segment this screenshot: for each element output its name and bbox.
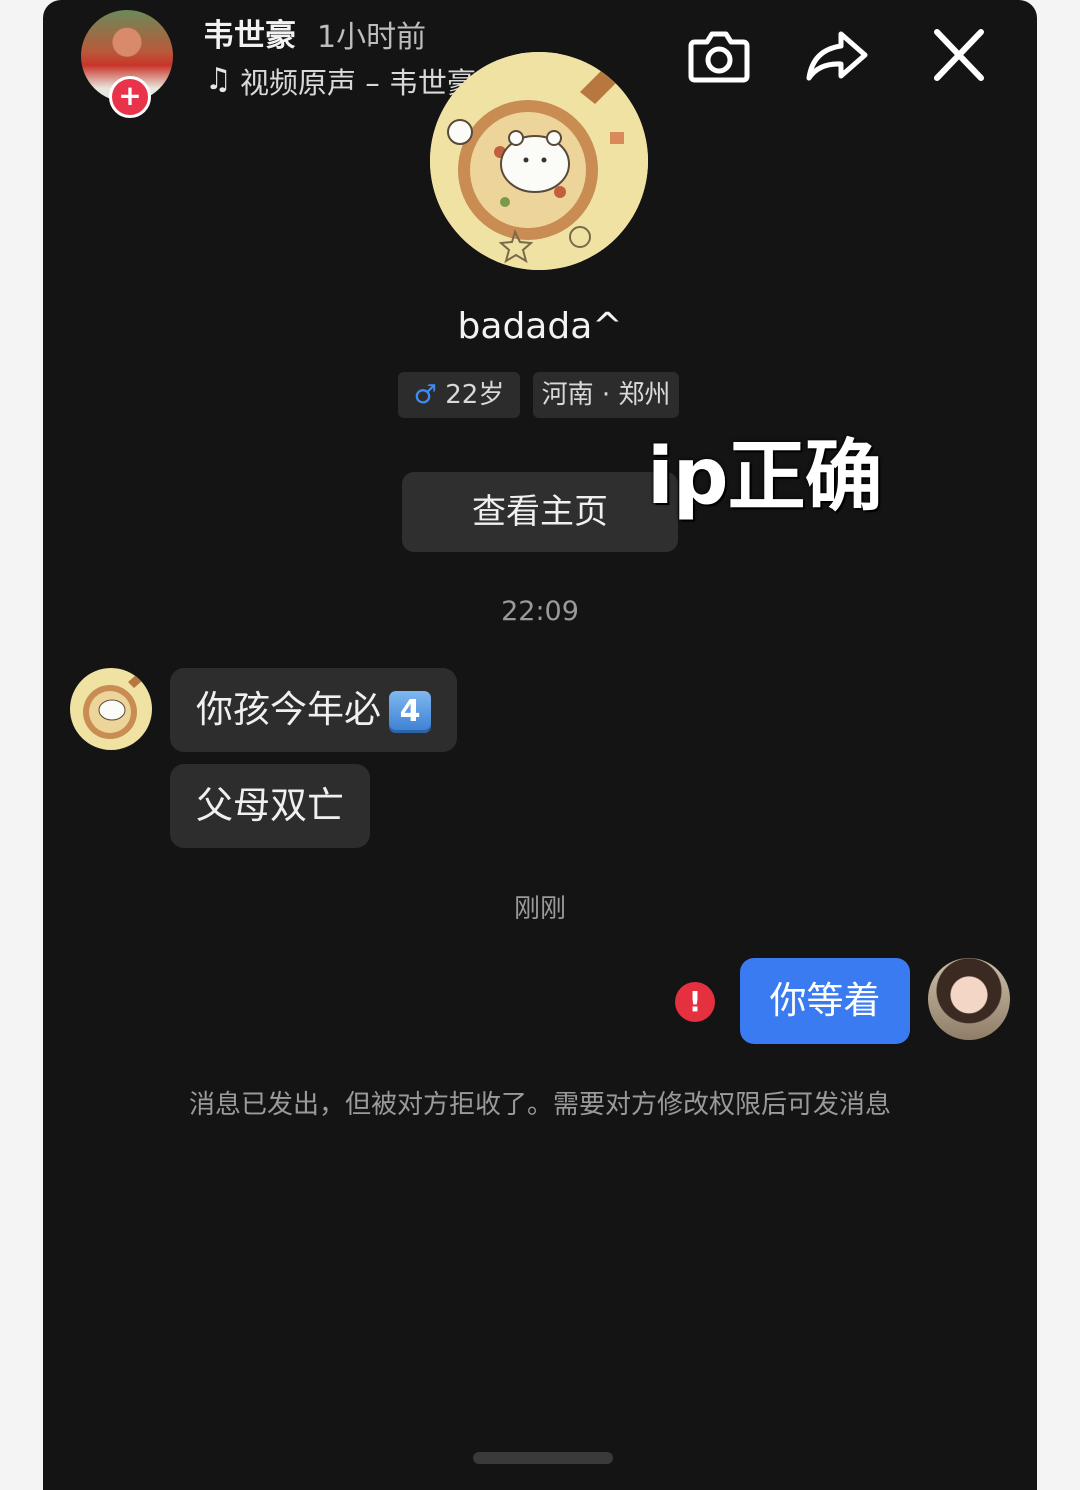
location-label: 河南 · 郑州 [541,380,671,410]
sent-message-bubble[interactable]: 你等着 [740,958,910,1044]
message-timestamp: 22:09 [501,596,579,627]
message-timestamp: 刚刚 [513,894,566,924]
pizza-bear-avatar-image [70,668,152,750]
received-message-bubble[interactable]: 你孩今年必 4 [170,668,457,752]
age-chip: ♂ 22岁 [398,372,520,418]
rejected-notice: 消息已发出，但被对方拒收了。需要对方修改权限后可发消息 [188,1090,891,1120]
send-failed-icon[interactable]: ! [675,982,715,1022]
age-label: 22岁 [445,380,505,410]
chat-screen: + 韦世豪 1小时前 ♫ 视频原声 – 韦世豪 › badada^ ♂ 22岁 … [43,0,1037,1490]
pizza-bear-avatar-image [430,52,648,270]
profile-username: badada^ [457,306,623,347]
follow-button[interactable]: + [109,76,151,118]
contact-avatar[interactable] [70,668,152,750]
close-icon[interactable] [927,28,991,84]
male-gender-icon: ♂ [413,380,437,410]
camera-icon[interactable] [687,28,751,84]
share-icon[interactable] [805,28,869,84]
location-chip: 河南 · 郑州 [533,372,679,418]
music-note-icon: ♫ [205,62,232,97]
author-name[interactable]: 韦世豪 [203,10,296,55]
my-avatar[interactable] [928,958,1010,1040]
home-indicator[interactable] [473,1452,613,1464]
post-time: 1小时前 [317,20,427,55]
received-message-bubble[interactable]: 父母双亡 [170,764,370,848]
view-profile-button[interactable]: 查看主页 [402,472,678,552]
message-text: 父母双亡 [196,784,344,827]
profile-avatar[interactable] [430,52,648,270]
overlay-caption: ip正确 [647,432,883,522]
message-text: 你孩今年必 [196,688,381,731]
keycap-digit-emoji: 4 [389,690,431,733]
